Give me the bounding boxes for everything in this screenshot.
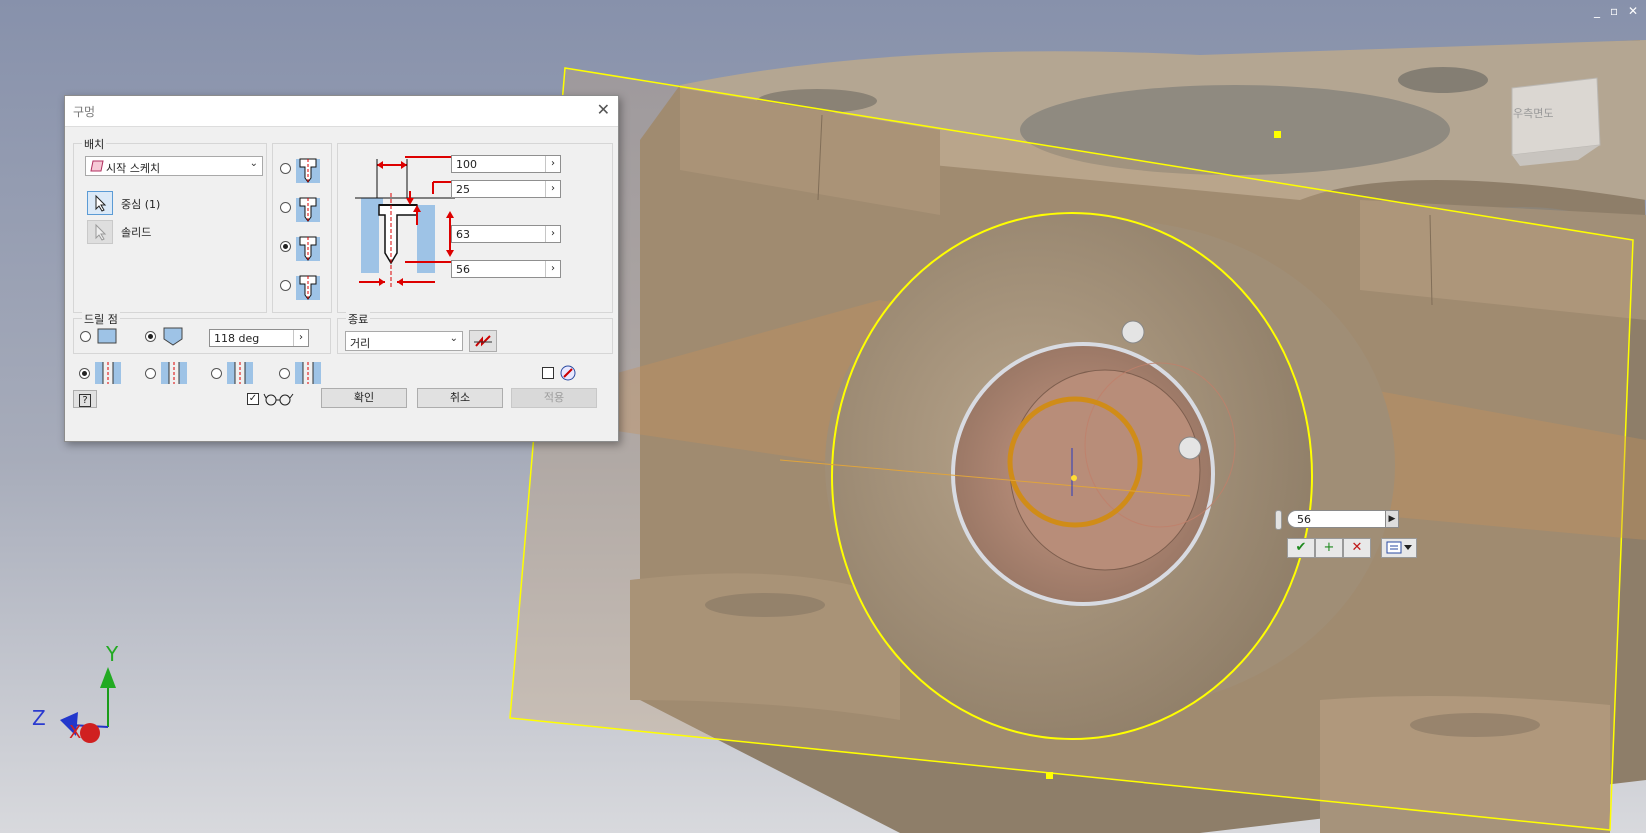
termination-select[interactable]: 거리 ⌄ [345,331,463,351]
drill-angle-value: 118 deg [214,332,260,345]
dimension-field[interactable]: 100 › [451,155,561,173]
glasses-icon [263,393,294,406]
dimension-field[interactable]: 63 › [451,225,561,243]
placement-select-value: 시작 스케치 [106,162,161,175]
chevron-right-icon[interactable]: › [545,156,560,172]
dimension-value: 25 [456,183,470,196]
hole-type-radio[interactable] [280,241,291,252]
preview-checkbox[interactable]: ✓ [247,393,259,405]
spotface-hole-icon [296,236,320,261]
help-button[interactable]: ? [73,390,97,408]
hole-type-radio[interactable] [280,163,291,174]
cancel-button[interactable]: 취소 [417,388,503,408]
chevron-down-icon: ⌄ [449,333,458,344]
solid-pick-button[interactable] [87,220,113,244]
chevron-right-icon[interactable]: › [545,226,560,242]
axis-x-label: X [69,722,82,743]
sketch-icon [90,160,104,172]
extended-options-icon[interactable] [559,364,577,382]
restore-button[interactable]: ▫ [1610,4,1618,18]
solid-label: 솔리드 [121,226,152,239]
thread-type-radio[interactable] [279,368,290,379]
angle-drill-point-icon [163,327,183,346]
placement-select[interactable]: 시작 스케치 ⌄ [85,156,263,176]
termination-label: 종료 [346,311,371,327]
viewcube-label[interactable]: 우측면도 [1513,105,1553,121]
drill-angle-field[interactable]: 118 deg › [209,329,309,347]
cursor-icon [95,194,107,212]
tapped-hole-icon [227,362,253,384]
hole-dialog: 구멍 ✕ 배치 시작 스케치 ⌄ 중심 (1) 솔리드 100 › 25 › 6… [64,95,619,442]
hole-type-radio[interactable] [280,280,291,291]
clearance-hole-icon [161,362,187,384]
dimension-value: 63 [456,228,470,241]
chevron-right-icon[interactable]: › [293,330,308,346]
chevron-right-icon[interactable]: › [545,261,560,277]
close-window-button[interactable]: ✕ [1628,4,1638,18]
center-pick-button[interactable] [87,191,113,215]
mini-value-arrow-icon[interactable]: ▶ [1385,510,1399,528]
placement-label: 배치 [82,136,107,152]
dimension-value: 100 [456,158,477,171]
mini-value-field[interactable]: 56 [1287,510,1387,528]
flip-direction-button[interactable] [469,330,497,352]
thread-type-radio[interactable] [145,368,156,379]
termination-select-value: 거리 [350,337,371,350]
drill-angle-radio[interactable] [145,331,156,342]
mini-toolbar-grip[interactable] [1275,510,1282,530]
thread-type-radio[interactable] [211,368,222,379]
thread-options-checkbox[interactable] [542,367,554,379]
mini-options-button[interactable] [1381,538,1417,558]
viewcube[interactable] [1511,77,1601,166]
axis-z-label: Z [32,706,46,730]
counterbore-hole-icon [296,197,320,222]
drill-point-label: 드릴 점 [82,311,120,327]
simple-drill-icon [95,362,121,384]
apply-button[interactable]: 적용 [511,388,597,408]
drill-flat-radio[interactable] [80,331,91,342]
dimension-field[interactable]: 56 › [451,260,561,278]
help-icon: ? [79,394,91,407]
dimension-value: 56 [456,263,470,276]
cursor-icon [95,223,107,241]
ok-button[interactable]: 확인 [321,388,407,408]
dialog-close-icon[interactable]: ✕ [597,100,610,119]
simple-hole-icon [296,158,320,183]
dimension-leaders [405,156,451,263]
axis-y-label: Y [106,642,119,666]
center-label: 중심 (1) [121,198,161,211]
mini-add-button[interactable]: + [1315,538,1343,558]
dialog-titlebar[interactable]: 구멍 ✕ [65,96,618,127]
mini-cancel-button[interactable]: ✕ [1343,538,1371,558]
dimension-field[interactable]: 25 › [451,180,561,198]
flip-direction-icon [474,335,492,347]
dialog-title: 구멍 [73,105,96,119]
mini-value: 56 [1297,513,1311,526]
check-icon: ✓ [248,393,258,404]
hole-type-radio[interactable] [280,202,291,213]
chevron-right-icon[interactable]: › [545,181,560,197]
minimize-button[interactable]: _ [1594,4,1600,18]
options-menu-icon [1386,541,1412,554]
thread-type-radio[interactable] [79,368,90,379]
taper-tapped-hole-icon [295,362,321,384]
flat-drill-point-icon [97,328,117,344]
mini-apply-button[interactable]: ✔ [1287,538,1315,558]
chevron-down-icon: ⌄ [249,158,258,169]
countersink-hole-icon [296,275,320,300]
